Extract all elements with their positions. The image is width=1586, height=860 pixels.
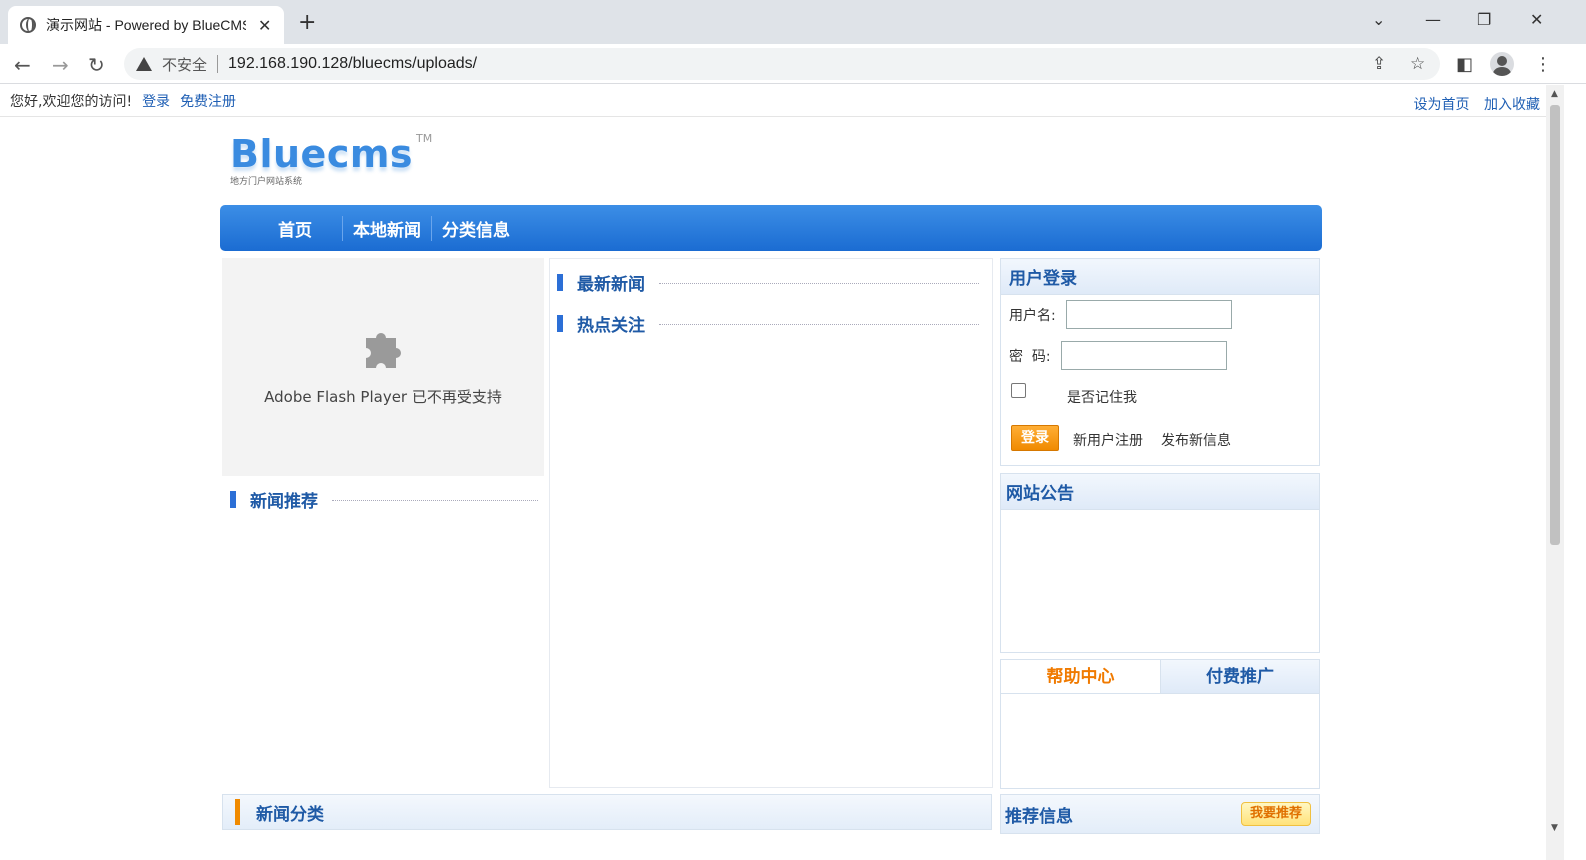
- post-new-info-link[interactable]: 发布新信息: [1161, 430, 1231, 450]
- new-user-register-link[interactable]: 新用户注册: [1073, 430, 1143, 450]
- profile-avatar-icon[interactable]: [1490, 52, 1514, 76]
- scroll-up-icon[interactable]: ▲: [1551, 89, 1558, 99]
- password-label: 密 码:: [1009, 348, 1051, 365]
- username-row: 用户名:: [1009, 300, 1232, 329]
- nav-item-local-news[interactable]: 本地新闻: [343, 215, 432, 241]
- center-column: [549, 258, 993, 788]
- scroll-thumb[interactable]: [1550, 105, 1560, 545]
- login-panel: 用户登录 用户名: 密 码: 是否记住我 登录 新用户注册 发布新信息: [1000, 258, 1320, 466]
- news-category-header: 新闻分类: [222, 794, 992, 830]
- star-icon[interactable]: ☆: [1410, 54, 1425, 74]
- remember-checkbox[interactable]: [1011, 383, 1026, 398]
- hot-topics-title[interactable]: 热点关注: [577, 311, 645, 336]
- section-marker: [557, 314, 563, 332]
- dotted-divider: [659, 282, 979, 284]
- scroll-down-icon[interactable]: ▼: [1551, 823, 1558, 833]
- share-icon[interactable]: ⇪: [1372, 54, 1386, 74]
- globe-icon: [20, 17, 36, 33]
- password-input[interactable]: [1060, 341, 1227, 370]
- notice-panel: 网站公告: [1000, 473, 1320, 653]
- help-panel: 帮助中心 付费推广: [1000, 659, 1320, 789]
- dotted-divider: [659, 323, 979, 325]
- set-home-link[interactable]: 设为首页: [1414, 97, 1470, 113]
- nav-item-classifieds[interactable]: 分类信息: [432, 216, 520, 241]
- reload-icon[interactable]: ↻: [88, 53, 105, 77]
- username-label: 用户名:: [1009, 307, 1056, 324]
- back-arrow-icon[interactable]: ←: [14, 53, 31, 77]
- tab-paid-promotion[interactable]: 付费推广: [1160, 660, 1319, 693]
- minimize-icon[interactable]: —: [1425, 10, 1441, 29]
- latest-news-title[interactable]: 最新新闻: [577, 270, 645, 295]
- hot-topics-header: 热点关注: [557, 310, 979, 336]
- login-link[interactable]: 登录: [142, 91, 170, 111]
- plugin-puzzle-icon: [366, 333, 401, 368]
- news-recommend-title[interactable]: 新闻推荐: [250, 487, 318, 512]
- recommend-button[interactable]: 我要推荐: [1240, 802, 1311, 826]
- section-marker: [557, 273, 563, 291]
- omnibox[interactable]: 不安全 192.168.190.128/bluecms/uploads/ ⇪ ☆: [124, 48, 1440, 80]
- tab-title: 演示网站 - Powered by BlueCMS: [46, 17, 246, 33]
- latest-news-header: 最新新闻: [557, 269, 979, 295]
- nav-item-home[interactable]: 首页: [260, 215, 343, 241]
- flash-message: Adobe Flash Player 已不再受支持: [264, 388, 502, 406]
- remember-label: 是否记住我: [1067, 390, 1137, 406]
- menu-dots-icon[interactable]: ⋮: [1534, 54, 1552, 75]
- url-text[interactable]: 192.168.190.128/bluecms/uploads/: [228, 55, 477, 73]
- page-scrollbar[interactable]: ▲ ▼: [1546, 85, 1564, 860]
- recommended-info-title[interactable]: 推荐信息: [1005, 802, 1073, 827]
- login-title: 用户登录: [1001, 259, 1319, 295]
- warning-icon: [136, 57, 152, 71]
- close-window-icon[interactable]: ✕: [1530, 10, 1543, 29]
- browser-tab-strip: 演示网站 - Powered by BlueCMS ✕ + ⌄ — ❐ ✕: [0, 0, 1586, 44]
- news-category-title[interactable]: 新闻分类: [256, 800, 324, 825]
- dotted-divider: [332, 499, 538, 501]
- password-row: 密 码:: [1009, 341, 1227, 370]
- login-button[interactable]: 登录: [1011, 425, 1059, 451]
- news-recommend-header: 新闻推荐: [230, 486, 538, 512]
- restore-icon[interactable]: ❐: [1477, 10, 1491, 29]
- forward-arrow-icon[interactable]: →: [52, 53, 69, 77]
- site-topbar: 您好,欢迎您的访问! 登录 免费注册 设为首页 加入收藏: [0, 85, 1546, 117]
- username-input[interactable]: [1065, 300, 1232, 329]
- new-tab-icon[interactable]: +: [298, 10, 316, 35]
- recommended-info-header: 推荐信息 我要推荐: [1000, 794, 1320, 834]
- register-link[interactable]: 免费注册: [180, 91, 236, 111]
- bookmark-link[interactable]: 加入收藏: [1484, 97, 1540, 113]
- close-tab-icon[interactable]: ✕: [258, 16, 271, 35]
- side-panel-icon[interactable]: ◧: [1456, 54, 1473, 75]
- tab-search-chevron-icon[interactable]: ⌄: [1372, 10, 1385, 29]
- welcome-text: 您好,欢迎您的访问!: [10, 93, 133, 110]
- browser-tab[interactable]: 演示网站 - Powered by BlueCMS ✕: [8, 6, 284, 44]
- omnibox-separator: [217, 55, 219, 73]
- insecure-label[interactable]: 不安全: [162, 54, 207, 75]
- logo-name: Bluecms: [230, 132, 414, 176]
- section-marker: [235, 799, 240, 825]
- section-marker: [230, 490, 236, 508]
- logo-tm: TM: [416, 132, 433, 145]
- address-toolbar: ← → ↻ 不安全 192.168.190.128/bluecms/upload…: [0, 44, 1586, 84]
- flash-placeholder: Adobe Flash Player 已不再受支持: [222, 258, 544, 476]
- help-tabs: 帮助中心 付费推广: [1001, 660, 1319, 694]
- site-logo[interactable]: Bluecms TM 地方门户网站系统: [230, 132, 432, 187]
- notice-title: 网站公告: [1001, 474, 1319, 510]
- tab-help-center[interactable]: 帮助中心: [1001, 660, 1160, 693]
- main-nav: 首页 本地新闻 分类信息: [220, 205, 1322, 251]
